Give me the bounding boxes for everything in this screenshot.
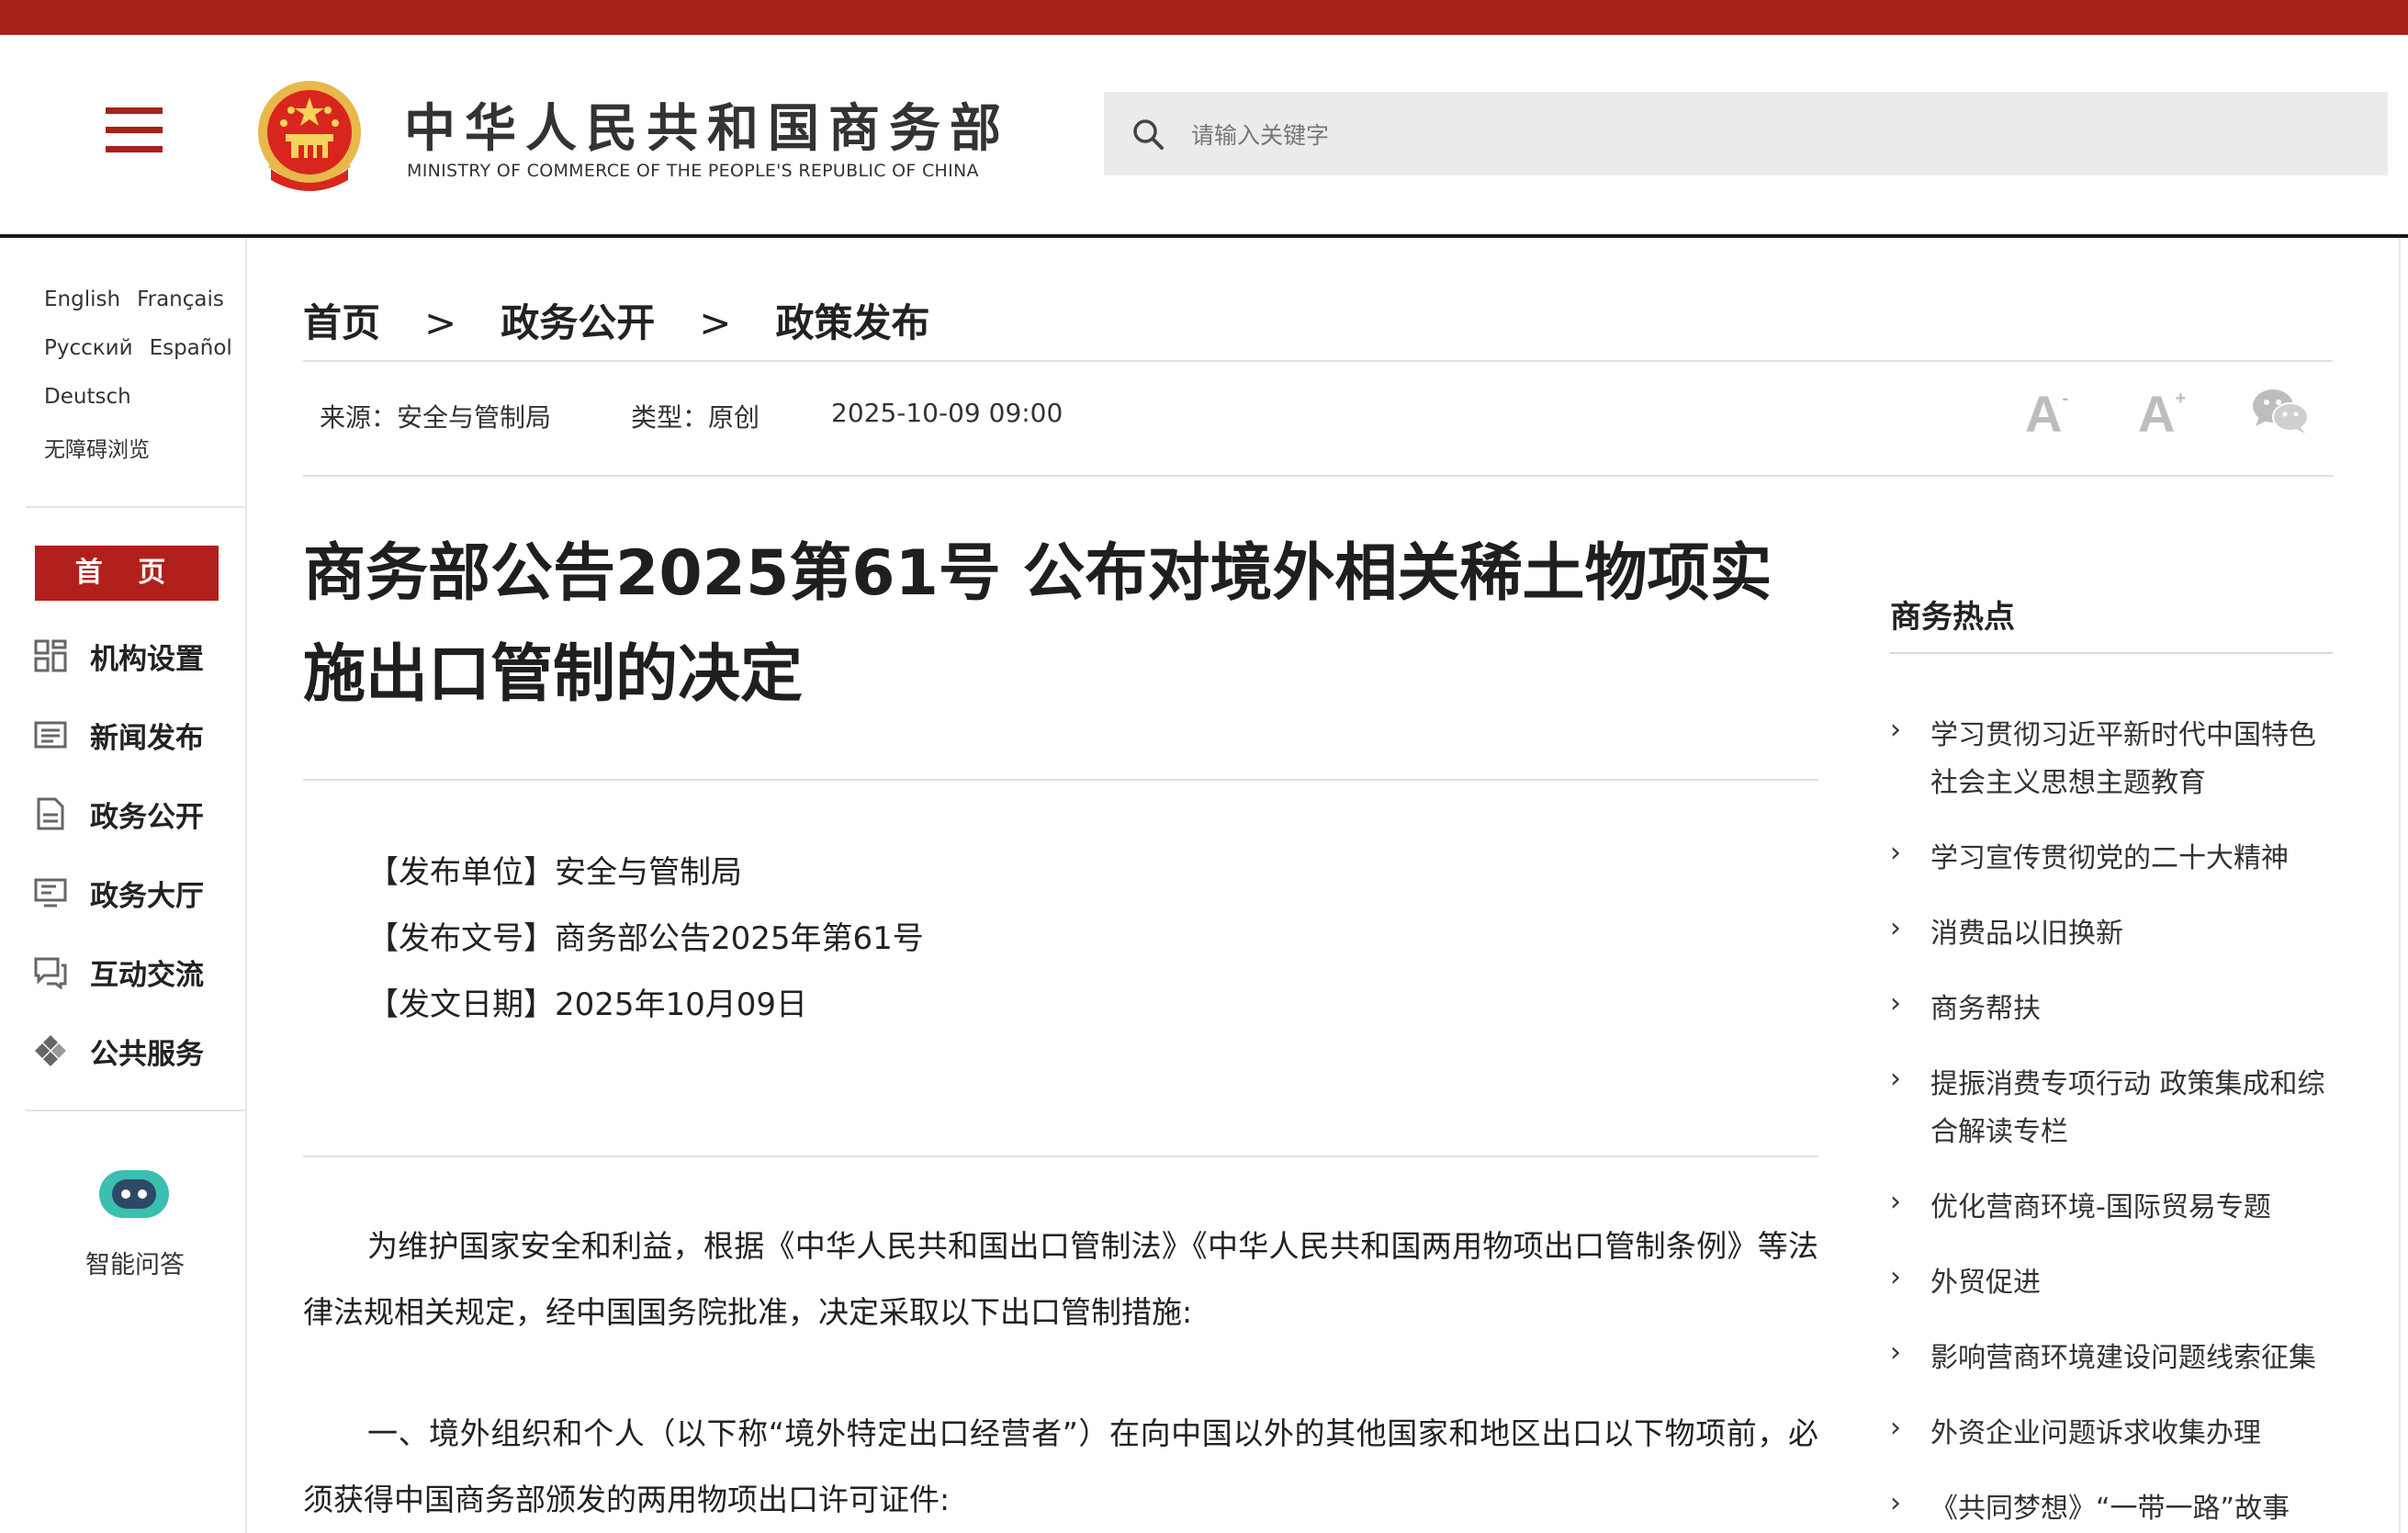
wechat-share-icon[interactable] <box>2250 386 2311 437</box>
hot-topic-label: 外资企业问题诉求收集办理 <box>1930 1417 2261 1449</box>
nav-label: 公共服务 <box>90 1038 204 1071</box>
hot-topic-label: 商务帮扶 <box>1930 993 2041 1025</box>
search-icon[interactable] <box>1131 118 1165 151</box>
chevron-right-icon: › <box>1890 714 1901 746</box>
chat-icon <box>34 957 67 989</box>
monitor-icon <box>34 878 67 907</box>
language-row-2: Русский Español <box>44 336 232 360</box>
hot-topic-label: 优化营商环境-国际贸易专题 <box>1930 1191 2271 1223</box>
chevron-right-icon: › <box>1890 1336 1901 1369</box>
site-subtitle: MINISTRY OF COMMERCE OF THE PEOPLE'S REP… <box>407 161 979 181</box>
nav-item-government-affairs[interactable]: 政务公开 <box>33 790 235 836</box>
nav-label: 新闻发布 <box>90 722 204 755</box>
minus-glyph: - <box>2062 389 2069 409</box>
header-divider <box>0 234 2408 238</box>
site-title[interactable]: 中华人民共和国商务部 <box>404 87 1010 162</box>
chevron-right-icon: › <box>1890 1261 1901 1293</box>
chevron-right-icon: › <box>1890 1412 1901 1444</box>
hot-topics-divider <box>1890 652 2333 654</box>
nav-item-public-service[interactable]: 公共服务 <box>33 1027 235 1073</box>
breadcrumb-policy-release[interactable]: 政策发布 <box>775 300 929 345</box>
font-decrease-glyph: A <box>2025 385 2063 443</box>
article-paragraph: 为维护国家安全和利益，根据《中华人民共和国出口管制法》《中华人民共和国两用物项出… <box>303 1228 1818 1330</box>
font-increase-button[interactable]: A+ <box>2138 384 2186 444</box>
nav-label: 政务公开 <box>90 801 204 834</box>
top-red-bar <box>0 0 2408 35</box>
chevron-right-icon: › <box>1890 837 1901 869</box>
lang-russian[interactable]: Русский <box>44 336 133 360</box>
news-icon <box>34 721 67 749</box>
plus-glyph: + <box>2175 389 2187 409</box>
accessibility-link[interactable]: 无障碍浏览 <box>44 438 150 462</box>
nav-item-interaction[interactable]: 互动交流 <box>33 948 235 994</box>
public-service-icon <box>35 1035 66 1066</box>
lang-spanish[interactable]: Español <box>150 336 232 360</box>
menu-icon[interactable] <box>106 107 163 153</box>
assistant-label[interactable]: 智能问答 <box>85 1245 185 1280</box>
hot-topic-label: 影响营商环境建设问题线索征集 <box>1930 1342 2316 1374</box>
hot-topic-label: 提振消费专项行动 政策集成和综合解读专栏 <box>1930 1068 2325 1148</box>
article-datetime: 2025-10-09 09:00 <box>831 398 1063 428</box>
breadcrumb-separator: > <box>699 300 732 345</box>
hot-topic-label: 外贸促进 <box>1930 1267 2041 1299</box>
chevron-right-icon: › <box>1890 912 1901 944</box>
lang-french[interactable]: Français <box>137 287 224 311</box>
hot-topic-label: 消费品以旧换新 <box>1930 918 2123 950</box>
home-button[interactable]: 首 页 <box>35 546 219 601</box>
chevron-right-icon: › <box>1890 1487 1901 1519</box>
hot-topics-title: 商务热点 <box>1890 599 2015 636</box>
title-divider <box>303 779 1818 781</box>
sidebar-divider <box>26 1110 245 1111</box>
sidebar-divider <box>26 506 245 508</box>
article-type: 类型：原创 <box>631 402 760 433</box>
font-increase-glyph: A <box>2138 385 2176 443</box>
search-input[interactable] <box>1189 108 2369 162</box>
chevron-right-icon: › <box>1890 1063 1901 1095</box>
language-row-1: English Français <box>44 287 224 311</box>
org-structure-icon <box>34 639 67 672</box>
meta-divider <box>303 475 2333 477</box>
right-edge-divider <box>2399 238 2401 1533</box>
nav-item-organization[interactable]: 机构设置 <box>33 632 235 678</box>
breadcrumb-separator: > <box>424 300 457 345</box>
breadcrumb-government-affairs[interactable]: 政务公开 <box>501 300 655 345</box>
breadcrumb-home[interactable]: 首页 <box>303 300 380 345</box>
hot-topic-label: 学习宣传贯彻党的二十大精神 <box>1930 842 2289 874</box>
article-title: 商务部公告2025第61号 公布对境外相关稀土物项实施出口管制的决定 <box>303 537 1772 711</box>
hot-topic-label: 学习贯彻习近平新时代中国特色社会主义思想主题教育 <box>1930 719 2316 799</box>
nav-item-news[interactable]: 新闻发布 <box>33 711 235 757</box>
font-decrease-button[interactable]: A- <box>2025 384 2068 444</box>
nav-label: 政务大厅 <box>90 880 204 913</box>
language-row-4: 无障碍浏览 <box>44 432 150 463</box>
language-row-3: Deutsch <box>44 385 131 409</box>
article-paragraph: 一、境外组织和个人（以下称“境外特定出口经营者”）在向中国以外的其他国家和地区出… <box>303 1415 1818 1517</box>
breadcrumb-divider <box>303 360 2333 362</box>
robot-assistant-icon[interactable] <box>94 1157 174 1231</box>
issuing-unit: 【发布单位】安全与管制局 <box>367 854 742 891</box>
chevron-right-icon: › <box>1890 1186 1901 1218</box>
lang-english[interactable]: English <box>44 287 120 311</box>
lang-german[interactable]: Deutsch <box>44 385 131 409</box>
hot-topic-label: 《共同梦想》“一带一路”故事 <box>1930 1493 2290 1525</box>
chevron-right-icon: › <box>1890 987 1901 1020</box>
breadcrumb: 首页 > 政务公开 > 政策发布 <box>303 292 929 348</box>
national-emblem-icon[interactable] <box>253 77 367 197</box>
document-icon <box>37 797 64 830</box>
nav-label: 互动交流 <box>90 959 204 992</box>
document-number: 【发布文号】商务部公告2025年第61号 <box>367 920 924 957</box>
nav-item-service-hall[interactable]: 政务大厅 <box>33 869 235 915</box>
issue-date: 【发文日期】2025年10月09日 <box>367 986 808 1023</box>
article-source: 来源：安全与管制局 <box>320 402 552 433</box>
nav-label: 机构设置 <box>90 643 204 676</box>
info-divider <box>303 1155 1818 1157</box>
